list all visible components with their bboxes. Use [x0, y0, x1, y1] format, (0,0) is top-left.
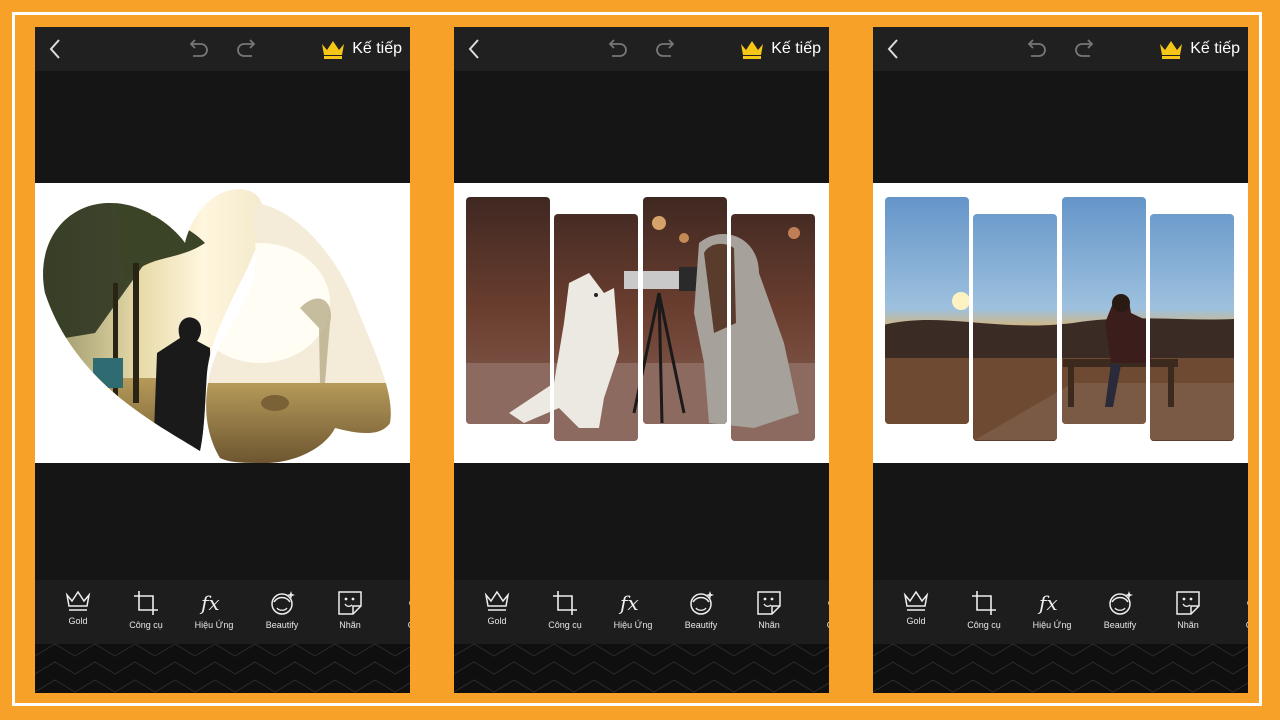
tool-gold[interactable]: Gold: [463, 580, 531, 644]
tool-effects-label: Hiệu Ứng: [613, 620, 653, 630]
tool-gold[interactable]: Gold: [882, 580, 950, 644]
partial-tool-icon: [828, 600, 829, 606]
tool-more-label: C: [408, 620, 410, 630]
tool-beautify[interactable]: Beautify: [667, 580, 735, 644]
tool-gold-label: Gold: [906, 616, 926, 626]
photo-canvas[interactable]: [35, 183, 410, 463]
back-chevron-icon[interactable]: [43, 36, 69, 62]
tool-crop[interactable]: Công cụ: [950, 580, 1018, 644]
svg-text:fx: fx: [1037, 591, 1058, 615]
sticker-icon: [757, 591, 781, 615]
top-bar: Kế tiếp: [35, 27, 410, 71]
tool-sticker[interactable]: Nhãn: [316, 580, 384, 644]
tool-crop-label: Công cụ: [548, 620, 582, 630]
tool-gold[interactable]: Gold: [44, 580, 112, 644]
photo-canvas[interactable]: [454, 183, 829, 463]
tool-more[interactable]: C: [803, 580, 829, 644]
crown-outline-icon: [903, 590, 929, 611]
photo-canvas[interactable]: [873, 183, 1248, 463]
tool-beautify[interactable]: Beautify: [248, 580, 316, 644]
undo-icon[interactable]: [602, 36, 630, 62]
tool-sticker-label: Nhãn: [1177, 620, 1199, 630]
svg-text:fx: fx: [199, 591, 220, 615]
crown-outline-icon: [65, 590, 91, 611]
decorative-pattern-strip: [454, 643, 829, 693]
tool-crop-label: Công cụ: [129, 620, 163, 630]
tool-effects[interactable]: fx Hiệu Ứng: [180, 580, 248, 644]
sticker-icon: [338, 591, 362, 615]
top-bar: Kế tiếp: [454, 27, 829, 71]
next-button[interactable]: Kế tiếp: [739, 35, 821, 63]
crown-icon: [322, 41, 345, 59]
fx-icon: fx: [199, 591, 220, 615]
tool-more-label: C: [827, 620, 829, 630]
tool-effects-label: Hiệu Ứng: [1032, 620, 1072, 630]
tool-gold-label: Gold: [487, 616, 507, 626]
crop-icon: [134, 591, 158, 615]
undo-icon[interactable]: [183, 36, 211, 62]
bottom-toolbar: Gold Công cụ fx Hiệu Ứng Beautify Nhãn C: [35, 580, 410, 644]
tool-beautify-label: Beautify: [265, 620, 299, 630]
partial-tool-icon: [409, 600, 410, 606]
bottom-toolbar: Gold Công cụ fx Hiệu Ứng Beautify Nhãn C: [454, 580, 829, 644]
crown-outline-icon: [484, 590, 510, 611]
tool-more-label: C: [1246, 620, 1248, 630]
tool-sticker[interactable]: Nhãn: [735, 580, 803, 644]
back-chevron-icon[interactable]: [881, 36, 907, 62]
next-label: Kế tiếp: [771, 40, 821, 57]
tool-crop[interactable]: Công cụ: [112, 580, 180, 644]
tool-crop-label: Công cụ: [967, 620, 1001, 630]
fx-icon: fx: [1037, 591, 1058, 615]
phone-screen-heart-collage: Kế tiếp Gold Công cụ fx Hiệu Ứng Beautif…: [35, 27, 410, 693]
crown-icon: [741, 41, 764, 59]
svg-text:fx: fx: [618, 591, 639, 615]
decorative-pattern-strip: [873, 643, 1248, 693]
tool-crop[interactable]: Công cụ: [531, 580, 599, 644]
tool-beautify-label: Beautify: [1103, 620, 1137, 630]
bottom-toolbar: Gold Công cụ fx Hiệu Ứng Beautify Nhãn C: [873, 580, 1248, 644]
crown-icon: [1160, 41, 1183, 59]
partial-tool-icon: [1247, 600, 1248, 606]
crop-icon: [972, 591, 996, 615]
top-bar: Kế tiếp: [873, 27, 1248, 71]
tool-more[interactable]: C: [1222, 580, 1248, 644]
tool-effects-label: Hiệu Ứng: [194, 620, 234, 630]
back-chevron-icon[interactable]: [462, 36, 488, 62]
next-label: Kế tiếp: [352, 40, 402, 57]
face-sparkle-icon: [1109, 591, 1133, 615]
decorative-pattern-strip: [35, 643, 410, 693]
next-button[interactable]: Kế tiếp: [1158, 35, 1240, 63]
fx-icon: fx: [618, 591, 639, 615]
redo-icon[interactable]: [653, 36, 681, 62]
undo-icon[interactable]: [1021, 36, 1049, 62]
sticker-icon: [1176, 591, 1200, 615]
tool-sticker-label: Nhãn: [339, 620, 361, 630]
tool-effects[interactable]: fx Hiệu Ứng: [1018, 580, 1086, 644]
face-sparkle-icon: [690, 591, 714, 615]
next-button[interactable]: Kế tiếp: [320, 35, 402, 63]
tool-sticker-label: Nhãn: [758, 620, 780, 630]
redo-icon[interactable]: [234, 36, 262, 62]
tool-effects[interactable]: fx Hiệu Ứng: [599, 580, 667, 644]
tool-more[interactable]: C: [384, 580, 410, 644]
next-label: Kế tiếp: [1190, 40, 1240, 57]
redo-icon[interactable]: [1072, 36, 1100, 62]
tool-beautify[interactable]: Beautify: [1086, 580, 1154, 644]
phone-screen-strip-collage: Kế tiếp Gold Công cụ fx Hiệu Ứng Beautif…: [454, 27, 829, 693]
phone-screen-sunset-strips: Kế tiếp Gold Công cụ fx Hiệu Ứng Beautif…: [873, 27, 1248, 693]
tool-beautify-label: Beautify: [684, 620, 718, 630]
crop-icon: [553, 591, 577, 615]
tool-gold-label: Gold: [68, 616, 88, 626]
tool-sticker[interactable]: Nhãn: [1154, 580, 1222, 644]
face-sparkle-icon: [271, 591, 295, 615]
